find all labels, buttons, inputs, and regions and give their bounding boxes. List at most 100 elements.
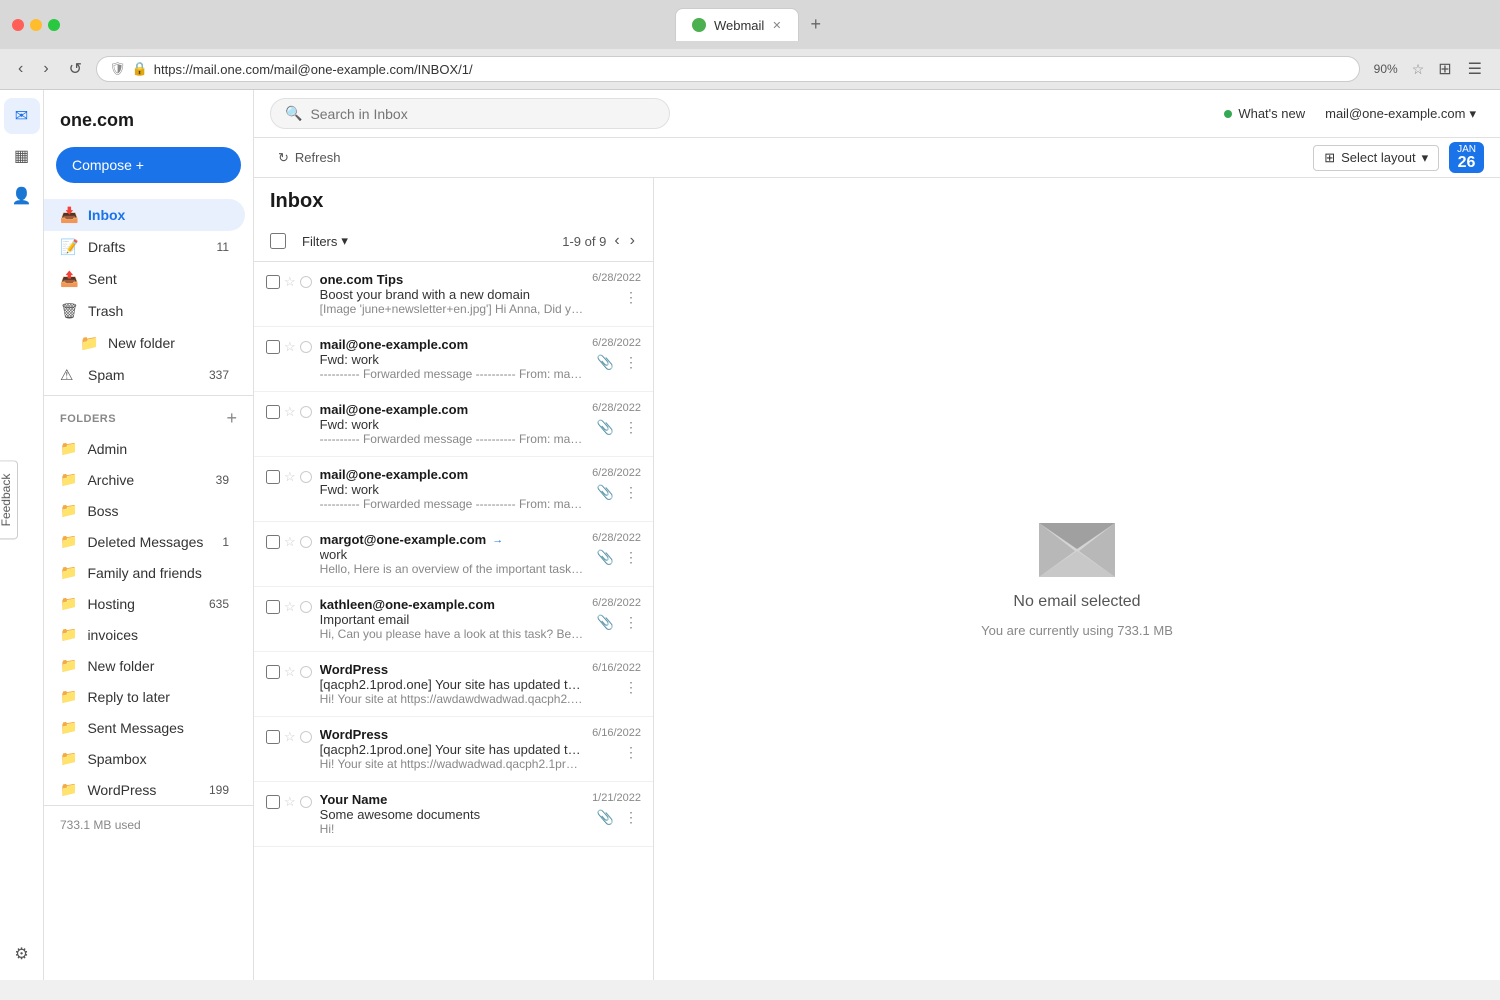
email-checkbox-1[interactable]: [266, 340, 280, 354]
email-menu-button[interactable]: ⋮: [621, 613, 641, 632]
email-checkbox-6[interactable]: [266, 665, 280, 679]
email-row[interactable]: ☆ mail@one-example.com Fwd: work -------…: [254, 457, 653, 522]
email-menu-button[interactable]: ⋮: [621, 808, 641, 827]
nav-folder-item[interactable]: 📁 Reply to later: [44, 681, 245, 712]
zoom-badge[interactable]: 90%: [1368, 60, 1404, 78]
nav-item-sent[interactable]: 📤 Sent: [44, 263, 245, 295]
star-icon[interactable]: ☆: [284, 599, 296, 615]
url-text[interactable]: https://mail.one.com/mail@one-example.co…: [154, 62, 1347, 77]
whats-new-button[interactable]: What's new: [1224, 106, 1305, 121]
nav-folder-item[interactable]: 📁 Hosting 635: [44, 588, 245, 619]
email-row[interactable]: ☆ WordPress [qacph2.1prod.one] Your site…: [254, 652, 653, 717]
nav-folder-item[interactable]: 📁 Archive 39: [44, 464, 245, 495]
close-window-dot[interactable]: [12, 19, 24, 31]
email-menu-button[interactable]: ⋮: [621, 548, 641, 567]
attachment-icon[interactable]: 📎: [594, 418, 617, 437]
reload-button[interactable]: ↺: [63, 55, 88, 83]
nav-folder-item[interactable]: 📁 Sent Messages: [44, 712, 245, 743]
add-folder-button[interactable]: +: [226, 408, 237, 429]
nav-folder-item[interactable]: 📁 Spambox: [44, 743, 245, 774]
new-tab-button[interactable]: +: [799, 8, 834, 41]
nav-folder-item[interactable]: 📁 invoices: [44, 619, 245, 650]
user-email-dropdown[interactable]: mail@one-example.com ▾: [1317, 102, 1484, 126]
row-left: ☆: [266, 402, 312, 420]
email-meta: 6/28/2022 ⋮: [592, 272, 641, 307]
email-subject: Fwd: work: [320, 352, 584, 367]
attachment-icon[interactable]: 📎: [594, 808, 617, 827]
email-checkbox-7[interactable]: [266, 730, 280, 744]
folder-label: Sent Messages: [87, 720, 229, 736]
nav-item-new-folder-trash[interactable]: 📁 New folder: [44, 327, 245, 359]
star-icon[interactable]: ☆: [284, 794, 296, 810]
email-checkbox-2[interactable]: [266, 405, 280, 419]
nav-item-inbox[interactable]: 📥 Inbox: [44, 199, 245, 231]
attachment-icon[interactable]: 📎: [594, 483, 617, 502]
email-subject: Fwd: work: [320, 482, 584, 497]
attachment-icon[interactable]: 📎: [594, 353, 617, 372]
email-checkbox-0[interactable]: [266, 275, 280, 289]
star-icon[interactable]: ☆: [284, 339, 296, 355]
nav-item-trash[interactable]: 🗑 Trash: [44, 295, 245, 327]
prev-page-button[interactable]: ‹: [612, 230, 621, 252]
bookmark-star-icon[interactable]: ☆: [1412, 61, 1425, 78]
nav-item-drafts[interactable]: 📝 Drafts 11: [44, 231, 245, 263]
email-menu-button[interactable]: ⋮: [621, 483, 641, 502]
sidebar-icon-calendar[interactable]: ▦: [4, 138, 40, 174]
profile-button[interactable]: ☰: [1462, 55, 1488, 83]
tab-close-icon[interactable]: ✕: [772, 19, 781, 32]
url-bar[interactable]: 🛡 🔒 https://mail.one.com/mail@one-exampl…: [96, 56, 1360, 82]
email-checkbox-3[interactable]: [266, 470, 280, 484]
feedback-tab[interactable]: Feedback: [0, 461, 18, 540]
email-row[interactable]: ☆ one.com Tips Boost your brand with a n…: [254, 262, 653, 327]
nav-folder-item[interactable]: 📁 New folder: [44, 650, 245, 681]
nav-folder-item[interactable]: 📁 WordPress 199: [44, 774, 245, 805]
email-row[interactable]: ☆ mail@one-example.com Fwd: work -------…: [254, 392, 653, 457]
email-menu-button[interactable]: ⋮: [621, 678, 641, 697]
attachment-icon[interactable]: 📎: [594, 548, 617, 567]
email-body: mail@one-example.com Fwd: work ---------…: [320, 402, 584, 446]
search-input[interactable]: [310, 106, 655, 122]
back-button[interactable]: ‹: [12, 56, 29, 82]
star-icon[interactable]: ☆: [284, 404, 296, 420]
email-menu-button[interactable]: ⋮: [621, 353, 641, 372]
maximize-window-dot[interactable]: [48, 19, 60, 31]
sidebar-icon-settings[interactable]: ⚙: [4, 936, 40, 972]
nav-item-spam[interactable]: ⚠ Spam 337: [44, 359, 245, 391]
attachment-icon[interactable]: 📎: [594, 613, 617, 632]
email-menu-button[interactable]: ⋮: [621, 418, 641, 437]
email-menu-button[interactable]: ⋮: [621, 743, 641, 762]
email-row[interactable]: ☆ WordPress [qacph2.1prod.one] Your site…: [254, 717, 653, 782]
nav-folder-item[interactable]: 📁 Deleted Messages 1: [44, 526, 245, 557]
filter-button[interactable]: Filters ▾: [294, 229, 356, 253]
next-page-button[interactable]: ›: [628, 230, 637, 252]
select-layout-button[interactable]: ⊞ Select layout ▾: [1313, 145, 1439, 171]
email-checkbox-4[interactable]: [266, 535, 280, 549]
extensions-button[interactable]: ⊞: [1432, 55, 1457, 83]
email-preview: Hi!: [320, 822, 584, 836]
email-row[interactable]: ☆ kathleen@one-example.com Important ema…: [254, 587, 653, 652]
email-checkbox-5[interactable]: [266, 600, 280, 614]
email-menu-button[interactable]: ⋮: [621, 288, 641, 307]
sidebar-icon-contacts[interactable]: 👤: [4, 178, 40, 214]
star-icon[interactable]: ☆: [284, 469, 296, 485]
refresh-button[interactable]: ↻ Refresh: [270, 146, 348, 170]
minimize-window-dot[interactable]: [30, 19, 42, 31]
nav-folder-item[interactable]: 📁 Boss: [44, 495, 245, 526]
browser-tab-active[interactable]: Webmail ✕: [675, 8, 799, 41]
forward-button[interactable]: ›: [37, 56, 54, 82]
email-row[interactable]: ☆ margot@one-example.com → work Hello, H…: [254, 522, 653, 587]
nav-folder-item[interactable]: 📁 Admin: [44, 433, 245, 464]
select-all-checkbox[interactable]: [270, 233, 286, 249]
star-icon[interactable]: ☆: [284, 664, 296, 680]
nav-folder-item[interactable]: 📁 Family and friends: [44, 557, 245, 588]
sidebar-icon-mail[interactable]: ✉: [4, 98, 40, 134]
email-row[interactable]: ☆ Your Name Some awesome documents Hi! 1…: [254, 782, 653, 847]
star-icon[interactable]: ☆: [284, 534, 296, 550]
read-circle: [300, 406, 312, 418]
star-icon[interactable]: ☆: [284, 729, 296, 745]
email-row[interactable]: ☆ mail@one-example.com Fwd: work -------…: [254, 327, 653, 392]
search-bar[interactable]: 🔍: [270, 98, 670, 129]
compose-button[interactable]: Compose +: [56, 147, 241, 183]
star-icon[interactable]: ☆: [284, 274, 296, 290]
email-checkbox-8[interactable]: [266, 795, 280, 809]
